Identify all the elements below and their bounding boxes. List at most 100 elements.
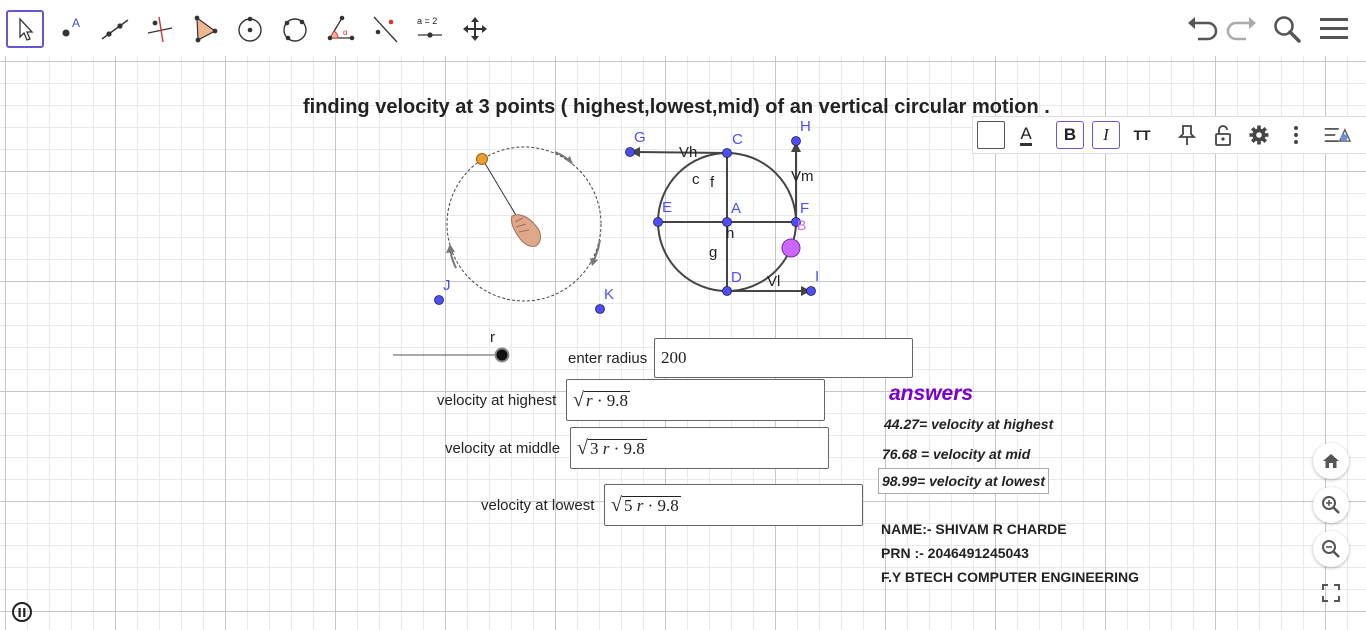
label-f: f xyxy=(710,174,715,191)
italic-button[interactable]: I xyxy=(1092,121,1120,149)
label-C: C xyxy=(732,131,743,148)
style-bar: A B I TT xyxy=(972,116,1366,154)
move-tool-button[interactable] xyxy=(6,10,44,48)
label-A: A xyxy=(731,200,741,217)
search-icon xyxy=(1274,16,1301,43)
label-Vl: Vl xyxy=(767,273,780,290)
main-menu-button[interactable] xyxy=(1315,10,1353,48)
home-view-button[interactable] xyxy=(1313,443,1349,479)
bold-button[interactable]: B xyxy=(1056,121,1084,149)
answer-mid: 76.68 = velocity at mid xyxy=(882,446,1031,462)
fullscreen-button[interactable] xyxy=(1313,575,1349,611)
perpendicular-icon xyxy=(147,16,173,43)
zoom-out-button[interactable] xyxy=(1313,531,1349,567)
orange-ball xyxy=(476,153,488,165)
sqrt-expression-middle: √ 3 r · 9.8 xyxy=(577,437,647,459)
line-icon xyxy=(101,19,129,40)
point-G xyxy=(625,147,635,157)
answers-heading: answers xyxy=(889,382,974,405)
polygon-tool-button[interactable] xyxy=(186,10,224,48)
fullscreen-icon xyxy=(1322,584,1340,602)
line-tool-button[interactable] xyxy=(96,10,134,48)
label-c: c xyxy=(692,171,700,188)
label-h: h xyxy=(726,225,734,242)
zoom-in-button[interactable] xyxy=(1313,487,1349,523)
label-Vh: Vh xyxy=(679,144,697,161)
velocity-highest-input[interactable]: √ r · 9.8 xyxy=(566,379,825,421)
graphics-view[interactable]: G C H E A F D I J K B Vh Vm Vl c f h g r… xyxy=(0,56,1366,630)
point-tool-button[interactable]: A xyxy=(51,10,89,48)
pin-button[interactable] xyxy=(1173,121,1201,149)
angle-tool-button[interactable]: α xyxy=(321,10,359,48)
settings-button[interactable] xyxy=(1245,121,1273,149)
label-H: H xyxy=(800,118,811,135)
sqrt-expression-highest: √ r · 9.8 xyxy=(573,389,631,411)
slider-tool-button[interactable]: a = 2 xyxy=(411,10,449,48)
circle-center-tool-button[interactable] xyxy=(231,10,269,48)
gear-icon xyxy=(1249,125,1269,145)
velocity-middle-input[interactable]: √ 3 r · 9.8 xyxy=(570,427,829,469)
zoom-out-icon xyxy=(1322,540,1340,558)
lock-open-icon xyxy=(1215,125,1231,146)
move-arrows-icon xyxy=(463,17,487,41)
velocity-middle-label: velocity at middle xyxy=(445,440,561,457)
velocity-lowest-input[interactable]: √ 5 r · 9.8 xyxy=(604,484,863,526)
redo-button[interactable] xyxy=(1222,10,1260,48)
point-K xyxy=(595,304,605,314)
lock-button[interactable] xyxy=(1209,121,1237,149)
label-Vm: Vm xyxy=(791,168,814,185)
polygon-icon xyxy=(194,15,218,43)
reflect-tool-button[interactable] xyxy=(366,10,404,48)
text-color-glyph: A xyxy=(1020,124,1032,146)
background-color-button[interactable] xyxy=(977,121,1005,149)
label-J: J xyxy=(443,277,451,294)
point-D xyxy=(722,286,732,296)
answer-highest: 44.27= velocity at highest xyxy=(884,416,1054,432)
undo-button[interactable] xyxy=(1184,10,1222,48)
slider-tool-label: a = 2 xyxy=(417,16,438,26)
circle-three-points-tool-button[interactable] xyxy=(276,10,314,48)
svg-text:A: A xyxy=(72,16,80,30)
point-C xyxy=(722,148,732,158)
label-B: B xyxy=(797,217,806,233)
cursor-arrow-icon xyxy=(19,17,34,41)
label-F: F xyxy=(800,200,809,217)
sqrt-expression-lowest: √ 5 r · 9.8 xyxy=(611,494,681,516)
label-E: E xyxy=(662,199,672,216)
toggle-style-bar-button[interactable] xyxy=(1323,121,1351,149)
redo-icon xyxy=(1226,17,1256,41)
text-color-button[interactable]: A xyxy=(1012,121,1040,149)
angle-icon: α xyxy=(327,15,355,41)
toolbar: A α a = 2 xyxy=(0,0,1366,57)
student-course: F.Y BTECH COMPUTER ENGINEERING xyxy=(881,569,1139,585)
label-G: G xyxy=(634,129,646,146)
svg-text:α: α xyxy=(343,28,348,37)
circle-three-points-icon xyxy=(283,18,307,42)
radius-label: enter radius xyxy=(568,350,648,367)
student-prn: PRN :- 2046491245043 xyxy=(881,545,1029,561)
more-vertical-icon xyxy=(1294,126,1298,144)
radius-input[interactable]: 200 xyxy=(654,338,913,378)
point-icon: A xyxy=(62,16,80,37)
more-options-button[interactable] xyxy=(1282,121,1310,149)
answer-lowest: 98.99= velocity at lowest xyxy=(878,468,1050,494)
pin-icon xyxy=(1177,125,1197,145)
move-view-tool-button[interactable] xyxy=(456,10,494,48)
text-size-button[interactable]: TT xyxy=(1128,121,1156,149)
pause-icon xyxy=(18,607,26,617)
point-J xyxy=(434,295,444,305)
zoom-in-icon xyxy=(1322,496,1340,514)
hamburger-menu-icon xyxy=(1320,18,1348,39)
hand-image xyxy=(511,214,541,247)
label-g: g xyxy=(709,244,717,261)
perpendicular-tool-button[interactable] xyxy=(141,10,179,48)
undo-icon xyxy=(1188,17,1218,41)
search-button[interactable] xyxy=(1268,10,1306,48)
point-E xyxy=(653,217,663,227)
velocity-lowest-label: velocity at lowest xyxy=(481,497,595,514)
rotation-arrow-right xyxy=(592,239,601,263)
reflect-icon xyxy=(373,16,398,43)
pause-animation-button[interactable] xyxy=(12,602,32,622)
point-I xyxy=(806,286,816,296)
moving-ball-B xyxy=(781,238,801,258)
